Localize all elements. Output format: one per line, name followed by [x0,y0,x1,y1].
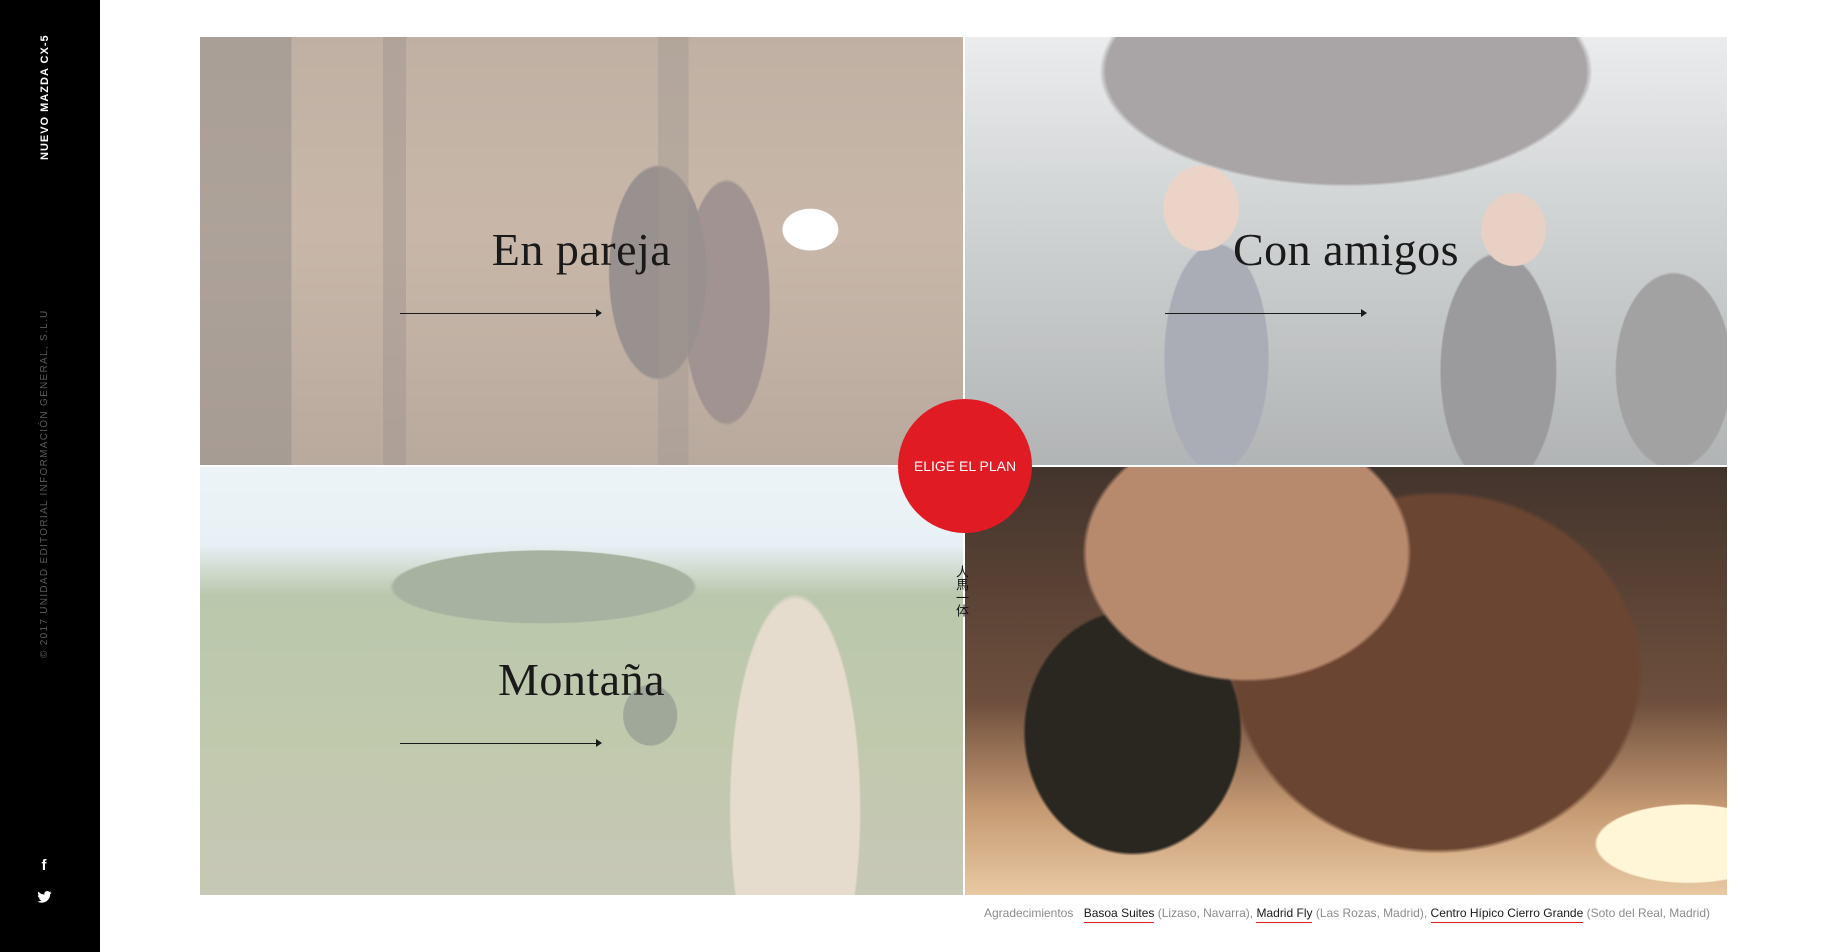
credit-place: (Las Rozas, Madrid), [1312,906,1428,920]
credit-place: (Lizaso, Navarra), [1154,906,1254,920]
jinba-ittai-text: 人馬一体 [953,565,968,617]
tile-en-pareja[interactable]: En pareja [200,37,963,465]
tile-montana[interactable]: Montaña [200,467,963,895]
tile-title: En pareja [491,224,672,275]
arrow-right-icon [400,739,602,749]
tile-title: Con amigos [1232,224,1460,275]
credits-label: Agradecimientos [983,906,1074,920]
credit-link-madrid-fly[interactable]: Madrid Fly [1256,906,1313,923]
tile-horse[interactable] [965,467,1727,895]
sidebar: NUEVO MAZDA CX-5 © 2017 UNIDAD EDITORIAL… [0,0,100,952]
twitter-icon[interactable] [34,888,54,906]
credit-link-basoa-suites[interactable]: Basoa Suites [1083,906,1155,923]
copyright-text: © 2017 UNIDAD EDITORIAL INFORMACIÓN GENE… [39,309,50,658]
credit-link-centro-hipico[interactable]: Centro Hípico Cierro Grande [1430,906,1584,923]
tile-title: Montaña [497,654,665,705]
arrow-right-icon [1165,309,1367,319]
brand-label[interactable]: NUEVO MAZDA CX-5 [39,34,51,160]
man-with-horse-image [965,467,1727,895]
tile-con-amigos[interactable]: Con amigos [965,37,1727,465]
arrow-right-icon [400,309,602,319]
facebook-icon[interactable]: f [34,856,54,874]
choose-plan-button[interactable]: ELIGE EL PLAN [898,399,1032,533]
credits-bar: Agradecimientos Basoa Suites (Lizaso, Na… [983,906,1710,923]
credit-place: (Soto del Real, Madrid) [1583,906,1710,920]
